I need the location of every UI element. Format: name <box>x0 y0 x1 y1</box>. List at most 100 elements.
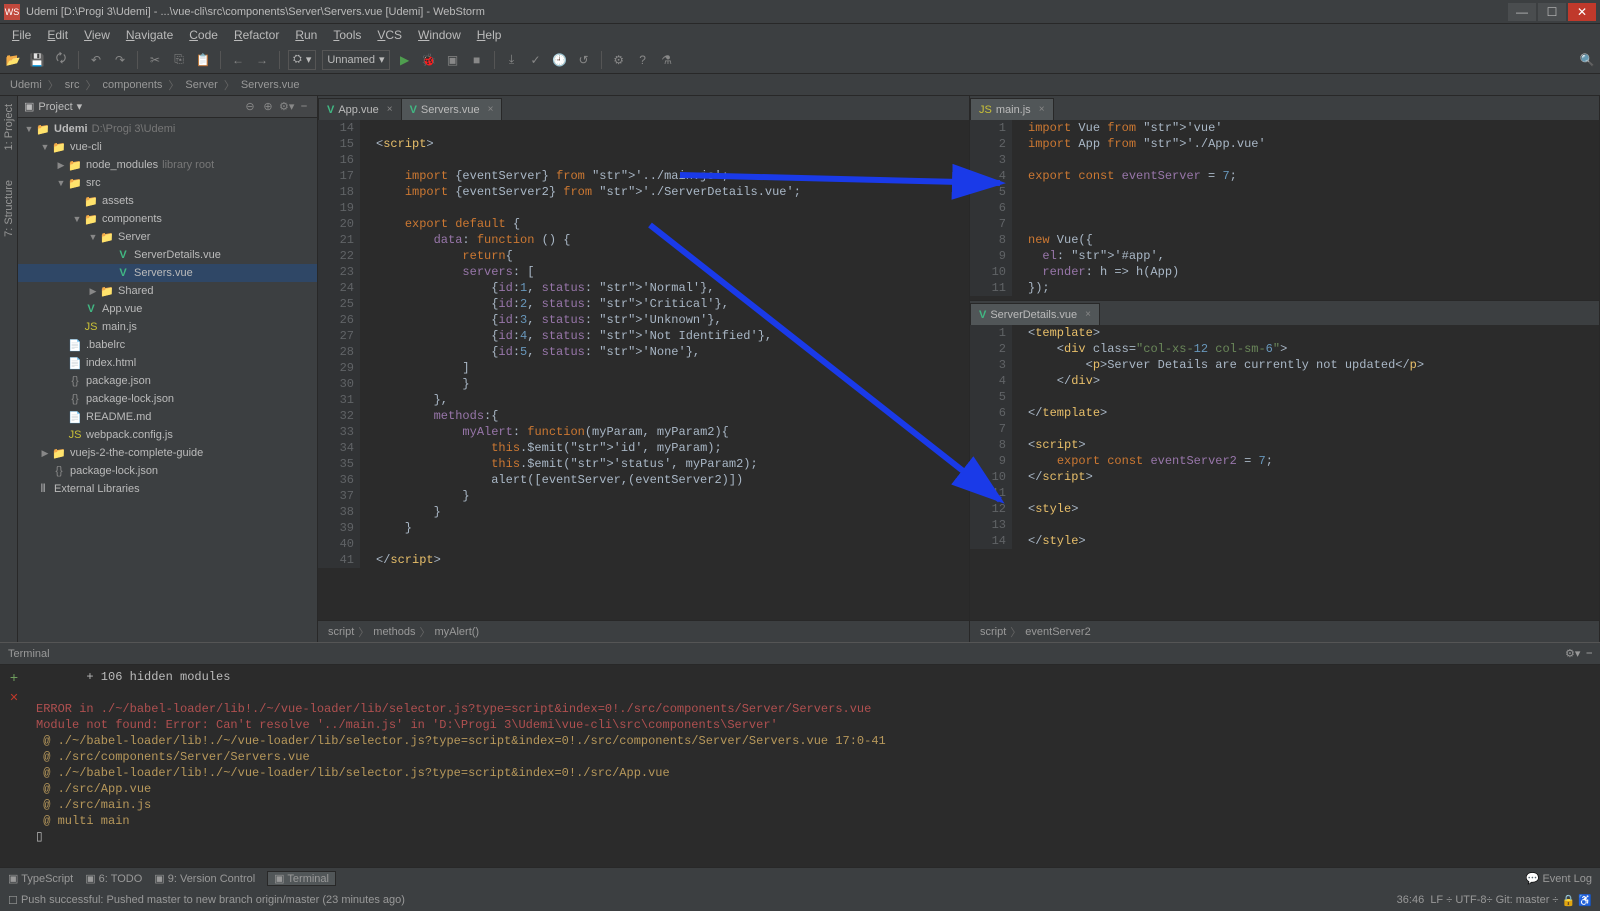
tree-item[interactable]: {}package-lock.json <box>18 390 317 408</box>
status-lock-icon[interactable]: 🔒 <box>1562 894 1576 907</box>
maximize-button[interactable]: ☐ <box>1538 3 1566 21</box>
project-tool-tab[interactable]: 1: Project <box>3 104 15 150</box>
tree-item[interactable]: ⫴External Libraries <box>18 480 317 498</box>
tree-item[interactable]: 📄README.md <box>18 408 317 426</box>
project-header-title[interactable]: Project <box>38 101 72 113</box>
code-breadcrumb-item[interactable]: script <box>328 626 354 638</box>
open-icon[interactable]: 📂 <box>4 51 22 69</box>
close-tab-icon[interactable]: × <box>1039 104 1045 115</box>
vcs-history-icon[interactable]: 🕘 <box>551 51 569 69</box>
debug-icon[interactable]: 🐞 <box>420 51 438 69</box>
status-line-sep[interactable]: LF <box>1430 894 1443 906</box>
extra-icon[interactable]: ⚗ <box>658 51 676 69</box>
breadcrumb-item[interactable]: Udemi <box>10 79 42 91</box>
back-icon[interactable]: ← <box>229 51 247 69</box>
status-caret-pos[interactable]: 36:46 <box>1397 894 1425 906</box>
tree-item[interactable]: 📄.babelrc <box>18 336 317 354</box>
tree-root[interactable]: ▼📁UdemiD:\Progi 3\Udemi <box>18 120 317 138</box>
undo-icon[interactable]: ↶ <box>87 51 105 69</box>
close-tab-icon[interactable]: × <box>387 104 393 115</box>
tree-item[interactable]: ▶📁Shared <box>18 282 317 300</box>
run-config-combo[interactable]: Unnamed▾ <box>322 50 389 70</box>
tree-item[interactable]: {}package-lock.json <box>18 462 317 480</box>
code-breadcrumb-item[interactable]: script <box>980 626 1006 638</box>
menu-file[interactable]: File <box>4 28 39 42</box>
minimize-button[interactable]: — <box>1508 3 1536 21</box>
editor-tab[interactable]: VServers.vue× <box>401 98 503 120</box>
target-icon[interactable]: ⊕ <box>261 100 275 113</box>
forward-icon[interactable]: → <box>253 51 271 69</box>
help-icon[interactable]: ? <box>634 51 652 69</box>
menu-tools[interactable]: Tools <box>325 28 369 42</box>
editor-tab[interactable]: VApp.vue× <box>318 98 402 120</box>
code-breadcrumb-left[interactable]: script 〉 methods 〉 myAlert() <box>318 620 969 642</box>
coverage-icon[interactable]: ▣ <box>444 51 462 69</box>
copy-icon[interactable]: ⎘ <box>170 51 188 69</box>
tree-item[interactable]: ▶📁node_moduleslibrary root <box>18 156 317 174</box>
vcs-update-icon[interactable]: ⤓ <box>503 51 521 69</box>
paste-icon[interactable]: 📋 <box>194 51 212 69</box>
editor-tab[interactable]: VServerDetails.vue× <box>970 303 1100 325</box>
bottom-tool-tab[interactable]: ▣ 9: Version Control <box>154 872 255 885</box>
menu-navigate[interactable]: Navigate <box>118 28 181 42</box>
tree-item[interactable]: ▶📁vuejs-2-the-complete-guide <box>18 444 317 462</box>
tree-item[interactable]: VServerDetails.vue <box>18 246 317 264</box>
stop-icon[interactable]: ■ <box>468 51 486 69</box>
breadcrumb-item[interactable]: Servers.vue <box>241 79 300 91</box>
bottom-tool-tab[interactable]: ▣ Terminal <box>267 871 336 886</box>
code-editor-mainjs[interactable]: 1234567891011 import Vue from "str">'vue… <box>970 120 1599 300</box>
menu-code[interactable]: Code <box>181 28 226 42</box>
code-editor-serverdetails[interactable]: 1234567891011121314 <template> <div clas… <box>970 325 1599 620</box>
event-log-tab[interactable]: 💬 Event Log <box>1526 872 1592 885</box>
breadcrumb-item[interactable]: components <box>102 79 162 91</box>
cut-icon[interactable]: ✂ <box>146 51 164 69</box>
breadcrumb-item[interactable]: src <box>65 79 80 91</box>
tree-item[interactable]: VApp.vue <box>18 300 317 318</box>
vcs-commit-icon[interactable]: ✓ <box>527 51 545 69</box>
menu-window[interactable]: Window <box>410 28 469 42</box>
terminal-output[interactable]: + 106 hidden modules ERROR in ./~/babel-… <box>28 665 1600 867</box>
settings-icon[interactable]: ⚙ <box>610 51 628 69</box>
vcs-revert-icon[interactable]: ↺ <box>575 51 593 69</box>
build-config-combo[interactable]: ⛭▾ <box>288 50 316 70</box>
status-git-branch[interactable]: Git: master <box>1496 894 1550 906</box>
tree-item[interactable]: 📁assets <box>18 192 317 210</box>
menu-view[interactable]: View <box>76 28 118 42</box>
code-breadcrumb-item[interactable]: myAlert() <box>434 626 479 638</box>
run-icon[interactable]: ▶ <box>396 51 414 69</box>
code-breadcrumb-item[interactable]: eventServer2 <box>1025 626 1090 638</box>
editor-tab[interactable]: JSmain.js× <box>970 98 1054 120</box>
terminal-hide-icon[interactable]: ⎯ <box>1587 647 1593 660</box>
tree-item[interactable]: ▼📁vue-cli <box>18 138 317 156</box>
menu-refactor[interactable]: Refactor <box>226 28 287 42</box>
project-tree[interactable]: ▼📁UdemiD:\Progi 3\Udemi▼📁vue-cli▶📁node_m… <box>18 118 317 642</box>
close-button[interactable]: ✕ <box>1568 3 1596 21</box>
gear-icon[interactable]: ⚙▾ <box>279 100 293 113</box>
tree-item[interactable]: ▼📁components <box>18 210 317 228</box>
tree-item[interactable]: JSwebpack.config.js <box>18 426 317 444</box>
close-tab-icon[interactable]: × <box>488 104 494 115</box>
close-tab-icon[interactable]: × <box>1085 309 1091 320</box>
tree-item[interactable]: 📄index.html <box>18 354 317 372</box>
tree-item[interactable]: ▼📁Server <box>18 228 317 246</box>
hide-icon[interactable]: ⎯ <box>297 100 311 113</box>
menu-run[interactable]: Run <box>287 28 325 42</box>
search-everywhere-icon[interactable]: 🔍 <box>1578 51 1596 69</box>
terminal-gear-icon[interactable]: ⚙▾ <box>1565 647 1580 660</box>
collapse-icon[interactable]: ⊖ <box>243 100 257 113</box>
bottom-tool-tab[interactable]: ▣ 6: TODO <box>85 872 142 885</box>
menu-edit[interactable]: Edit <box>39 28 76 42</box>
code-breadcrumb-right[interactable]: script 〉 eventServer2 <box>970 620 1599 642</box>
code-editor-servers[interactable]: 1415161718192021222324252627282930313233… <box>318 120 969 620</box>
sync-icon[interactable]: 🗘 <box>52 51 70 69</box>
save-icon[interactable]: 💾 <box>28 51 46 69</box>
redo-icon[interactable]: ↷ <box>111 51 129 69</box>
menu-vcs[interactable]: VCS <box>369 28 410 42</box>
bottom-tool-tab[interactable]: ▣ TypeScript <box>8 872 73 885</box>
terminal-close-icon[interactable]: ✕ <box>4 691 24 704</box>
tree-item[interactable]: VServers.vue <box>18 264 317 282</box>
breadcrumb-item[interactable]: Server <box>185 79 217 91</box>
code-breadcrumb-item[interactable]: methods <box>373 626 415 638</box>
structure-tool-tab[interactable]: 7: Structure <box>3 180 15 237</box>
tree-item[interactable]: ▼📁src <box>18 174 317 192</box>
